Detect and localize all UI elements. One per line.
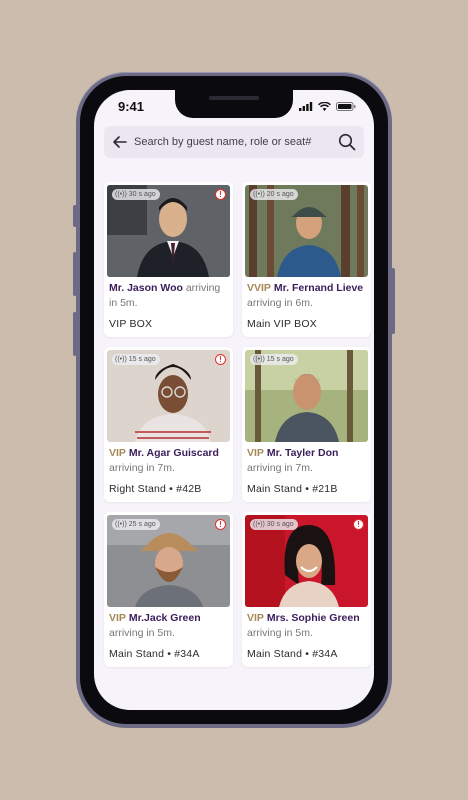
time-ago-badge: ((•)) 20 s ago: [250, 189, 298, 200]
arrival-text: arriving in 7m.: [109, 462, 175, 474]
alert-icon[interactable]: !: [353, 519, 364, 530]
alert-icon[interactable]: !: [215, 519, 226, 530]
arrival-text: arriving in 6m.: [247, 297, 313, 309]
seat-label: VIP BOX: [109, 318, 153, 330]
guest-name[interactable]: Mr. Jason Woo: [109, 282, 183, 294]
guest-name[interactable]: Mr. Agar Guiscard: [129, 447, 219, 459]
app-screen: 9:41 Search by guest name, role or seat#…: [94, 90, 374, 710]
guest-photo: ((•)) 20 s ago: [245, 185, 368, 277]
signal-wave-icon: ((•)): [115, 191, 127, 198]
signal-wave-icon: ((•)): [253, 521, 265, 528]
guest-name[interactable]: Mr.Jack Green: [129, 612, 201, 624]
guest-info: VIP Mrs. Sophie Green arriving in 5m.: [247, 611, 366, 641]
guest-card[interactable]: ((•)) 15 s ago ! VIP Mr. Agar Guiscard a…: [104, 347, 233, 502]
guest-card[interactable]: ((•)) 30 s ago ! Mr. Jason Woo arriving …: [104, 182, 233, 337]
guest-card[interactable]: ((•)) 25 s ago ! VIP Mr.Jack Green arriv…: [104, 512, 233, 667]
vip-tag: VIP: [109, 447, 126, 459]
alert-icon[interactable]: !: [215, 189, 226, 200]
back-arrow-icon[interactable]: [112, 134, 128, 150]
signal-wave-icon: ((•)): [115, 521, 127, 528]
search-input[interactable]: [134, 126, 344, 158]
signal-wave-icon: ((•)): [253, 356, 265, 363]
search-bar: [104, 126, 364, 158]
arrival-text: arriving in 5m.: [247, 627, 313, 639]
guest-info: VVIP Mr. Fernand Lieve arriving in 6m.: [247, 281, 366, 311]
time-ago-badge: ((•)) 25 s ago: [112, 519, 160, 530]
vip-tag: VIP: [109, 612, 126, 624]
guest-info: VIP Mr.Jack Green arriving in 5m.: [109, 611, 228, 641]
guest-card[interactable]: ((•)) 15 s ago VIP Mr. Tayler Don arrivi…: [242, 347, 371, 502]
guest-name[interactable]: Mrs. Sophie Green: [267, 612, 360, 624]
time-ago-badge: ((•)) 15 s ago: [250, 354, 298, 365]
time-ago-badge: ((•)) 30 s ago: [112, 189, 160, 200]
time-ago-badge: ((•)) 30 s ago: [250, 519, 298, 530]
guest-photo: ((•)) 30 s ago !: [245, 515, 368, 607]
signal-wave-icon: ((•)): [115, 356, 127, 363]
guest-info: Mr. Jason Woo arriving in 5m.: [109, 281, 228, 311]
guest-card[interactable]: ((•)) 30 s ago ! VIP Mrs. Sophie Green a…: [242, 512, 371, 667]
seat-label: Main Stand • #34A: [109, 648, 200, 660]
wifi-icon: [318, 102, 331, 111]
arrival-text: arriving in 5m.: [109, 627, 175, 639]
guest-photo: ((•)) 15 s ago !: [107, 350, 230, 442]
battery-icon: [336, 102, 356, 111]
seat-label: Right Stand • #42B: [109, 483, 202, 495]
vip-tag: VVIP: [247, 282, 271, 294]
status-bar: 9:41: [118, 99, 356, 117]
vip-tag: VIP: [247, 447, 264, 459]
time-ago-badge: ((•)) 15 s ago: [112, 354, 160, 365]
seat-label: Main Stand • #34A: [247, 648, 338, 660]
status-time: 9:41: [118, 99, 145, 114]
signal-wave-icon: ((•)): [253, 191, 265, 198]
guest-name[interactable]: Mr. Tayler Don: [267, 447, 339, 459]
search-icon[interactable]: [338, 133, 356, 151]
guest-info: VIP Mr. Agar Guiscard arriving in 7m.: [109, 446, 228, 476]
alert-icon[interactable]: !: [215, 354, 226, 365]
guest-info: VIP Mr. Tayler Don arriving in 7m.: [247, 446, 366, 476]
seat-label: Main Stand • #21B: [247, 483, 338, 495]
phone-frame: 9:41 Search by guest name, role or seat#…: [76, 72, 392, 728]
vip-tag: VIP: [247, 612, 264, 624]
seat-label: Main VIP BOX: [247, 318, 317, 330]
guest-photo: ((•)) 15 s ago: [245, 350, 368, 442]
arrival-text: arriving in 7m.: [247, 462, 313, 474]
signal-icon: [299, 102, 313, 111]
guest-photo: ((•)) 25 s ago !: [107, 515, 230, 607]
guest-card[interactable]: ((•)) 20 s ago VVIP Mr. Fernand Lieve ar…: [242, 182, 371, 337]
guest-photo: ((•)) 30 s ago !: [107, 185, 230, 277]
guest-name[interactable]: Mr. Fernand Lieve: [274, 282, 363, 294]
